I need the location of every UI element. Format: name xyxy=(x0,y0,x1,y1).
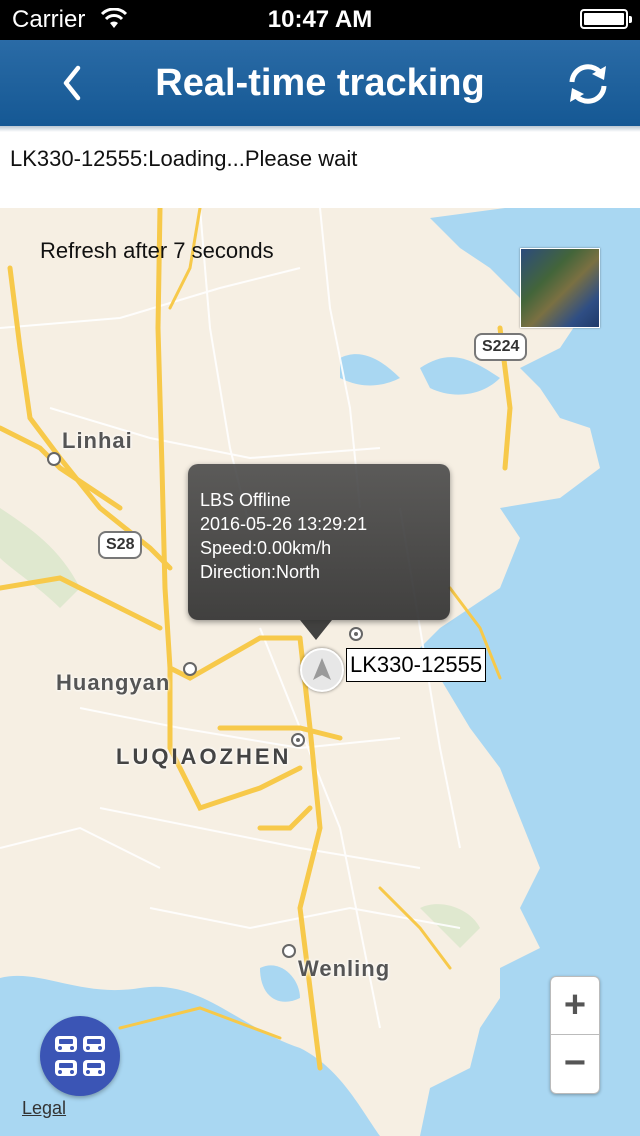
road-sign-s28: S28 xyxy=(98,531,143,559)
zoom-out-button[interactable]: − xyxy=(551,1035,599,1092)
city-label-huangyan: Huangyan xyxy=(56,670,171,695)
device-status-text: LK330-12555:Loading...Please wait xyxy=(10,146,358,171)
popup-status: LBS Offline xyxy=(200,490,291,510)
city-label-linhai: Linhai xyxy=(62,428,133,453)
clock: 10:47 AM xyxy=(267,6,373,33)
navigation-bar: Real-time tracking xyxy=(0,40,640,126)
navigation-arrow-icon xyxy=(313,658,331,680)
refresh-countdown: Refresh after 7 seconds xyxy=(40,238,274,263)
refresh-button[interactable] xyxy=(562,58,614,110)
vehicle-list-button[interactable] xyxy=(40,1016,120,1096)
zoom-in-button[interactable]: + xyxy=(551,977,599,1034)
vehicle-info-popup: LBS Offline 2016-05-26 13:29:21 Speed:0.… xyxy=(188,464,450,640)
city-label-wenling: Wenling xyxy=(298,956,391,981)
page-title: Real-time tracking xyxy=(155,62,485,104)
popup-speed: Speed:0.00km/h xyxy=(200,538,332,558)
device-label: LK330-12555 xyxy=(346,648,487,682)
navbar-divider xyxy=(0,126,640,132)
popup-datetime: 2016-05-26 13:29:21 xyxy=(200,514,368,534)
satellite-layer-toggle[interactable] xyxy=(520,248,600,328)
battery-icon xyxy=(580,9,632,29)
city-label-luqiaozhen: LUQIAOZHEN xyxy=(116,744,292,769)
cars-icon xyxy=(55,1036,105,1076)
legal-link[interactable]: Legal xyxy=(22,1098,66,1119)
popup-direction: Direction:North xyxy=(200,562,321,582)
map-view[interactable]: Refresh after 7 seconds S224 S28 Linhai … xyxy=(0,208,640,1136)
status-bar: Carrier 10:47 AM xyxy=(0,0,640,40)
zoom-control: + − xyxy=(550,976,600,1094)
vehicle-marker[interactable] xyxy=(300,648,344,692)
road-sign-s224: S224 xyxy=(474,333,528,361)
popup-pointer xyxy=(300,620,332,640)
